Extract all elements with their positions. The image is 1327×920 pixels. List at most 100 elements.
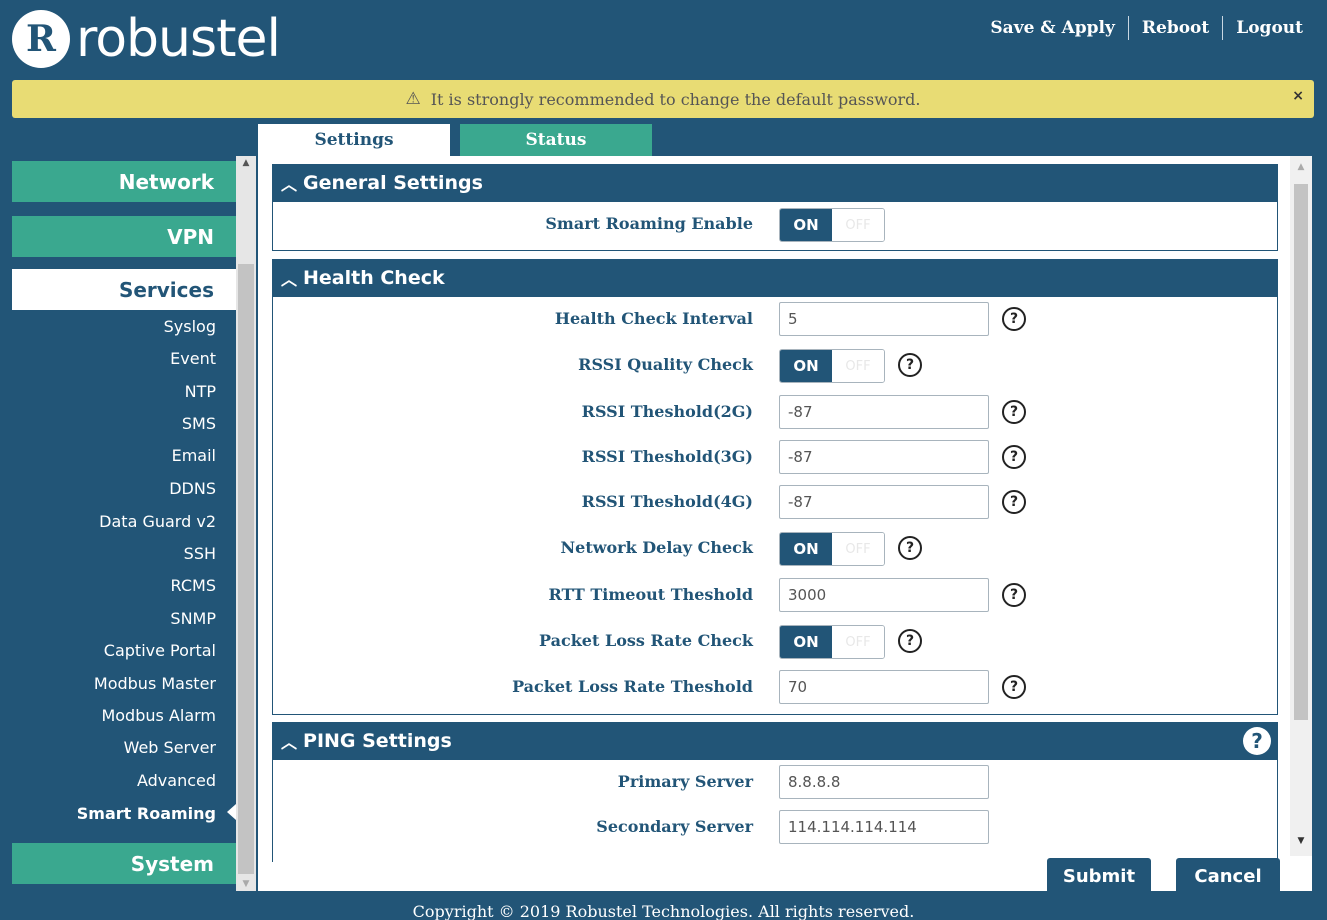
- content-scrollbar[interactable]: ▲ ▼: [1290, 156, 1312, 856]
- sidebar-sub-web-server[interactable]: Web Server: [124, 738, 216, 757]
- top-nav: Save & Apply Reboot Logout: [977, 16, 1303, 40]
- sidebar-item-vpn[interactable]: VPN: [12, 216, 236, 257]
- logo-mark: R: [12, 10, 70, 68]
- section-title: PING Settings: [303, 730, 452, 752]
- health-check-section: ︿ Health Check Health Check Interval ? R…: [272, 259, 1278, 715]
- save-apply-link[interactable]: Save & Apply: [977, 18, 1127, 38]
- settings-panel: ︿ General Settings Smart Roaming Enable …: [258, 156, 1312, 891]
- help-icon[interactable]: ?: [1002, 400, 1026, 424]
- primary-server-row: Primary Server: [273, 764, 1277, 800]
- field-label: Packet Loss Rate Theshold: [512, 677, 753, 696]
- field-label: RSSI Quality Check: [578, 355, 753, 374]
- help-icon[interactable]: ?: [1002, 445, 1026, 469]
- packet-loss-rate-check-toggle[interactable]: ON OFF: [779, 625, 885, 659]
- sidebar-sub-ddns[interactable]: DDNS: [169, 479, 216, 498]
- field-label: RSSI Theshold(3G): [581, 447, 753, 466]
- help-icon[interactable]: ?: [1002, 583, 1026, 607]
- ping-settings-header[interactable]: ︿ PING Settings ?: [273, 722, 1277, 760]
- sidebar-sub-modbus-alarm[interactable]: Modbus Alarm: [101, 706, 216, 725]
- health-check-interval-input[interactable]: [779, 302, 989, 336]
- field-label: RTT Timeout Theshold: [548, 585, 753, 604]
- sidebar-scroll-thumb[interactable]: [238, 264, 254, 874]
- help-icon[interactable]: ?: [1002, 490, 1026, 514]
- help-icon[interactable]: ?: [1002, 675, 1026, 699]
- sidebar-sub-smart-roaming[interactable]: Smart Roaming: [77, 804, 216, 823]
- submit-button[interactable]: Submit: [1047, 858, 1151, 891]
- field-label: Network Delay Check: [560, 538, 753, 557]
- field-label: Primary Server: [617, 772, 753, 791]
- help-icon[interactable]: ?: [1002, 307, 1026, 331]
- section-title: Health Check: [303, 267, 445, 289]
- field-label: RSSI Theshold(4G): [581, 492, 753, 511]
- chevron-up-icon: ︿: [281, 733, 298, 752]
- content-scroll-thumb[interactable]: [1294, 184, 1308, 720]
- rssi-threshold-2g-input[interactable]: [779, 395, 989, 429]
- sidebar-sub-email[interactable]: Email: [172, 446, 216, 465]
- sidebar-scrollbar[interactable]: ▲ ▼: [236, 156, 256, 891]
- scroll-up-arrow-icon[interactable]: ▲: [1290, 162, 1312, 172]
- cancel-button[interactable]: Cancel: [1176, 858, 1280, 891]
- sidebar-sub-rcms[interactable]: RCMS: [171, 576, 216, 595]
- network-delay-check-toggle[interactable]: ON OFF: [779, 532, 885, 566]
- sidebar-sub-event[interactable]: Event: [170, 349, 216, 368]
- sidebar-sub-sms[interactable]: SMS: [182, 414, 216, 433]
- rssi-threshold-3g-input[interactable]: [779, 440, 989, 474]
- smart-roaming-enable-row: Smart Roaming Enable ON OFF: [273, 206, 1277, 242]
- toggle-on: ON: [780, 533, 832, 565]
- field-label: Packet Loss Rate Check: [539, 631, 753, 650]
- reboot-link[interactable]: Reboot: [1129, 18, 1222, 38]
- packet-loss-rate-threshold-input[interactable]: [779, 670, 989, 704]
- rssi-threshold-4g-input[interactable]: [779, 485, 989, 519]
- secondary-server-input[interactable]: [779, 810, 989, 844]
- health-check-header[interactable]: ︿ Health Check: [273, 259, 1277, 297]
- ping-settings-section: ︿ PING Settings ? Primary Server Seconda…: [272, 722, 1278, 862]
- sidebar-sub-modbus-master[interactable]: Modbus Master: [94, 674, 216, 693]
- help-icon[interactable]: ?: [898, 536, 922, 560]
- scroll-down-arrow-icon[interactable]: ▼: [1290, 836, 1312, 846]
- toggle-off: OFF: [832, 533, 884, 565]
- warning-text: It is strongly recommended to change the…: [430, 89, 921, 109]
- tab-status[interactable]: Status: [460, 124, 652, 156]
- toggle-on: ON: [780, 350, 832, 382]
- logout-link[interactable]: Logout: [1223, 18, 1303, 38]
- sidebar-sub-data-guard[interactable]: Data Guard v2: [99, 512, 216, 531]
- password-warning-banner: ⚠ It is strongly recommended to change t…: [12, 80, 1314, 118]
- toggle-on: ON: [780, 626, 832, 658]
- toggle-on: ON: [780, 209, 832, 241]
- help-icon[interactable]: ?: [898, 353, 922, 377]
- current-item-caret-icon: [227, 804, 236, 820]
- sidebar-sub-snmp[interactable]: SNMP: [170, 609, 216, 628]
- rtt-timeout-threshold-input[interactable]: [779, 578, 989, 612]
- scroll-down-arrow-icon[interactable]: ▼: [236, 879, 256, 889]
- toggle-off: OFF: [832, 626, 884, 658]
- help-icon[interactable]: ?: [898, 629, 922, 653]
- sidebar-item-services[interactable]: Services: [12, 269, 236, 310]
- copyright-footer: Copyright © 2019 Robustel Technologies. …: [412, 902, 915, 920]
- logo: R robustel: [12, 8, 281, 70]
- smart-roaming-enable-toggle[interactable]: ON OFF: [779, 208, 885, 242]
- chevron-up-icon: ︿: [281, 175, 298, 194]
- health-check-interval-row: Health Check Interval ?: [273, 301, 1277, 337]
- sidebar-item-system[interactable]: System: [12, 843, 236, 884]
- network-delay-check-row: Network Delay Check ON OFF ?: [273, 530, 1277, 566]
- sidebar-item-network[interactable]: Network: [12, 161, 236, 202]
- sidebar-sub-ntp[interactable]: NTP: [185, 382, 216, 401]
- tab-settings[interactable]: Settings: [258, 124, 450, 156]
- packet-loss-rate-threshold-row: Packet Loss Rate Theshold ?: [273, 669, 1277, 705]
- scroll-up-arrow-icon[interactable]: ▲: [236, 158, 256, 168]
- sidebar-sub-syslog[interactable]: Syslog: [164, 317, 216, 336]
- general-settings-header[interactable]: ︿ General Settings: [273, 164, 1277, 202]
- help-icon[interactable]: ?: [1243, 727, 1271, 755]
- general-settings-section: ︿ General Settings Smart Roaming Enable …: [272, 164, 1278, 251]
- primary-server-input[interactable]: [779, 765, 989, 799]
- sidebar-sub-captive-portal[interactable]: Captive Portal: [104, 641, 216, 660]
- chevron-up-icon: ︿: [281, 270, 298, 289]
- logo-text: robustel: [76, 9, 281, 69]
- sidebar-sub-ssh[interactable]: SSH: [184, 544, 216, 563]
- warning-triangle-icon: ⚠: [405, 89, 421, 109]
- close-icon[interactable]: ×: [1292, 88, 1304, 104]
- rssi-threshold-2g-row: RSSI Theshold(2G) ?: [273, 394, 1277, 430]
- rtt-timeout-threshold-row: RTT Timeout Theshold ?: [273, 577, 1277, 613]
- rssi-quality-check-toggle[interactable]: ON OFF: [779, 349, 885, 383]
- sidebar-sub-advanced[interactable]: Advanced: [137, 771, 216, 790]
